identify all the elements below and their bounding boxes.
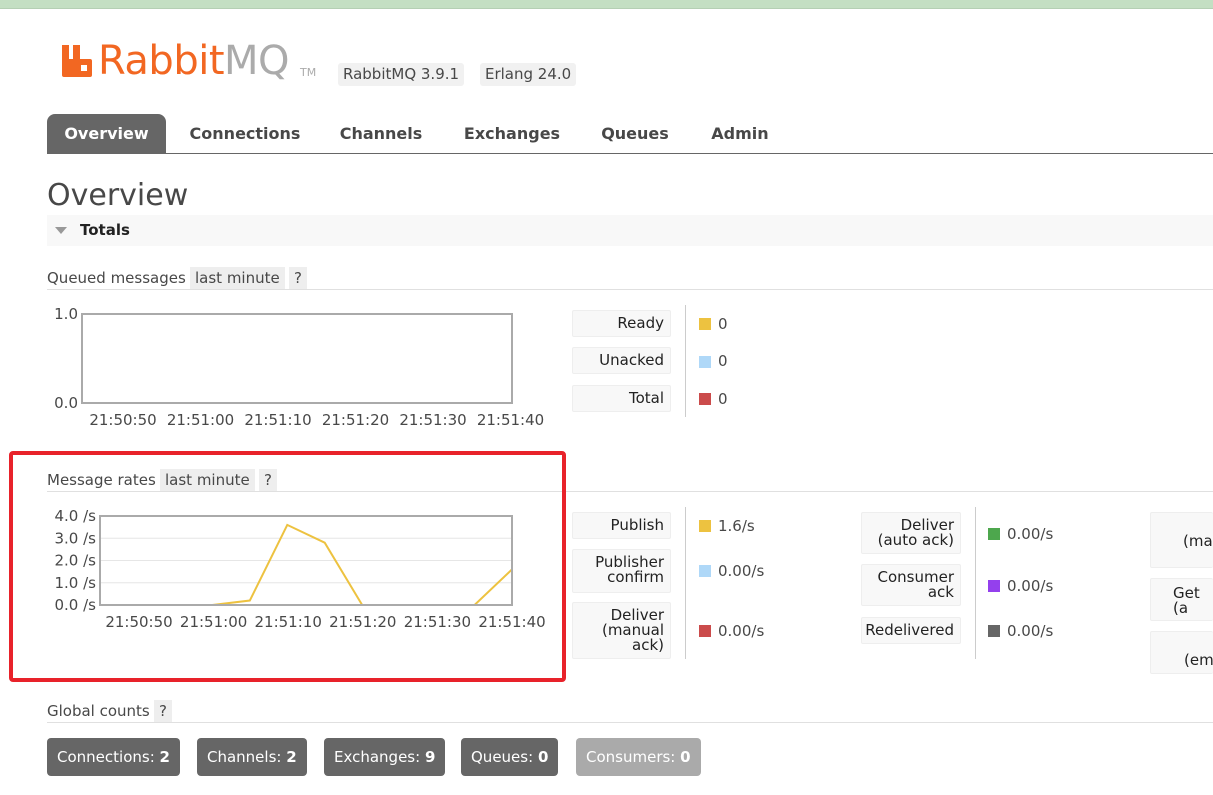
queued-range-selector[interactable]: last minute [190,267,285,289]
x-tick-label: 21:51:10 [244,411,311,429]
x-tick-label: 21:51:30 [399,411,466,429]
connections-count-label: Connections: [57,748,155,766]
legend-publish-button[interactable]: Publish [572,512,671,539]
legend-get-auto-ack-button[interactable]: Get (a [1150,578,1213,621]
deliver-manual-ack-rate-value: 0.00/s [718,622,765,640]
queued-messages-chart-svg: 0.0 1.0 21:50:50 21:51:00 21:51:10 21:51:20 21… [54,305,544,429]
legend-redelivered-button[interactable]: Redelivered [861,617,961,644]
legend-separator [685,507,686,659]
redelivered-rate-value: 0.00/s [1007,622,1054,640]
deliver-manual-ack-color-swatch [699,625,711,637]
ready-color-swatch [699,318,711,330]
consumers-count-value: 0 [680,748,691,766]
tab-connections[interactable]: Connections [183,114,307,154]
divider [47,722,1213,723]
queued-help-button[interactable]: ? [289,267,307,289]
global-counts-label: Global counts [47,702,150,720]
unacked-value: 0 [718,352,728,370]
connections-count-value: 2 [159,748,170,766]
x-tick-label: 21:51:00 [167,411,234,429]
logo-trademark: TM [300,66,317,79]
channels-count-button[interactable]: Channels: 2 [197,738,307,776]
legend-publisher-confirm-label: Publisher confirm [595,553,664,586]
exchanges-count-label: Exchanges: [334,748,421,766]
y-tick-label: 0.0 [54,394,78,412]
highlight-annotation-box [9,451,566,682]
main-nav-tabs: Overview Connections Channels Exchanges … [47,114,1213,154]
logo-rabbit-text: Rabbit [98,38,225,84]
logo-wordmark: RabbitMQ [98,38,290,84]
x-tick-label: 21:50:50 [89,411,156,429]
queues-count-button[interactable]: Queues: 0 [461,738,559,776]
legend-deliver-auto-ack-button[interactable]: Deliver (auto ack) [861,512,961,554]
legend-ready-button[interactable]: Ready [572,310,671,337]
deliver-auto-ack-rate-value: 0.00/s [1007,525,1054,543]
queued-messages-header: Queued messages last minute ? [47,267,347,291]
totals-section-title: Totals [80,221,130,239]
legend-total-button[interactable]: Total [572,385,671,412]
exchanges-count-button[interactable]: Exchanges: 9 [324,738,446,776]
redelivered-color-swatch [988,625,1000,637]
channels-count-label: Channels: [207,748,282,766]
y-tick-label: 1.0 [54,305,78,323]
exchanges-count-value: 9 [424,748,436,766]
ready-value: 0 [718,315,728,333]
logo-mq-text: MQ [224,38,290,84]
x-tick-label: 21:51:40 [477,411,544,429]
queues-count-value: 0 [537,748,549,766]
publisher-confirm-rate-value: 0.00/s [718,562,765,580]
channels-count-value: 2 [286,748,297,766]
global-counts-header: Global counts ? [47,700,247,724]
consumers-count-button[interactable]: Consumers: 0 [576,738,701,776]
legend-consumer-ack-label: Consumer ack [877,568,955,601]
collapse-triangle-icon [55,227,67,234]
total-color-swatch [699,393,711,405]
x-tick-label: 21:51:20 [322,411,389,429]
consumer-ack-rate-value: 0.00/s [1007,577,1054,595]
legend-separator [685,305,686,417]
total-value: 0 [718,390,728,408]
consumer-ack-color-swatch [988,580,1000,592]
queued-messages-chart: 0.0 1.0 21:50:50 21:51:00 21:51:10 21:51:20 21… [40,305,560,430]
legend-publisher-confirm-button[interactable]: Publisher confirm [572,549,671,593]
publish-color-swatch [699,520,711,532]
legend-consumer-ack-button[interactable]: Consumer ack [861,564,961,606]
queues-count-label: Queues: [471,748,534,766]
erlang-version-badge: Erlang 24.0 [480,63,577,86]
connections-count-button[interactable]: Connections: 2 [47,738,180,776]
unacked-color-swatch [699,356,711,368]
legend-get-empty-button[interactable]: (em [1150,631,1213,674]
totals-section-header[interactable]: Totals [47,215,1213,246]
queued-messages-label: Queued messages [47,269,186,287]
divider [47,289,1213,290]
global-counts-help-button[interactable]: ? [154,700,172,722]
legend-deliver-manual-ack-label: Deliver (manual ack) [601,606,664,654]
chart-frame [81,313,513,404]
publish-rate-value: 1.6/s [718,517,755,535]
page-title: Overview [47,178,189,213]
legend-deliver-manual-ack-button[interactable]: Deliver (manual ack) [572,602,671,659]
legend-unacked-button[interactable]: Unacked [572,347,671,374]
consumers-count-label: Consumers: [586,748,676,766]
tab-exchanges[interactable]: Exchanges [457,114,567,154]
top-bar [0,0,1213,9]
tab-channels[interactable]: Channels [331,114,431,154]
rabbitmq-version-badge: RabbitMQ 3.9.1 [338,63,465,86]
rabbit-logo-icon [62,45,92,77]
legend-get-manual-ack-button[interactable]: (ma [1150,512,1213,568]
tab-admin[interactable]: Admin [703,114,777,154]
legend-separator [975,507,976,659]
tab-queues[interactable]: Queues [593,114,677,154]
deliver-auto-ack-color-swatch [988,528,1000,540]
legend-deliver-auto-ack-label: Deliver (auto ack) [877,516,954,549]
publisher-confirm-color-swatch [699,565,711,577]
tab-overview[interactable]: Overview [47,114,166,154]
